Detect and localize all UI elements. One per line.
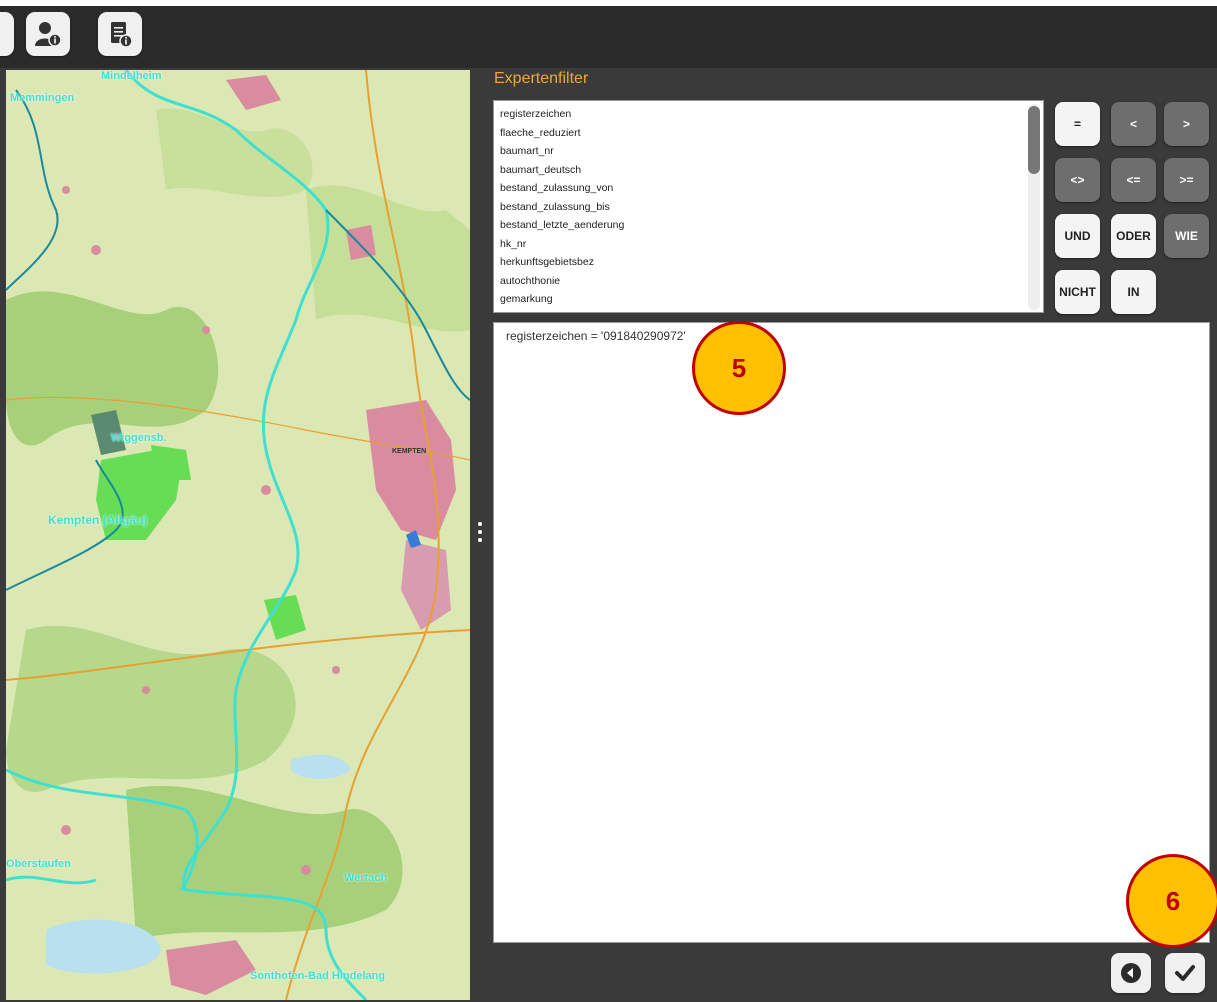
map-label-bad-hindelang: Sonthofen-Bad Hindelang [250, 970, 386, 982]
field-item[interactable]: registerzeichen [500, 105, 1037, 124]
field-item[interactable]: gemarkung [500, 290, 1037, 309]
operator-wie-button[interactable]: WIE [1164, 214, 1209, 258]
field-item[interactable]: baumart_nr [500, 142, 1037, 161]
field-item[interactable]: bestand_letzte_aenderung [500, 216, 1037, 235]
top-toolbar [0, 0, 1217, 68]
filter-expression-editor[interactable]: registerzeichen = '091840290972' [493, 322, 1210, 943]
field-list[interactable]: registerzeichen flaeche_reduziert baumar… [493, 100, 1044, 313]
map-label-wiggensbach: Wiggensb. [111, 432, 167, 444]
toolbar-button-partial[interactable] [0, 12, 14, 56]
field-list-scroll-thumb[interactable] [1028, 106, 1040, 174]
map-label-mindelheim: Mindelheim [101, 70, 162, 82]
operator-oder-button[interactable]: ODER [1111, 214, 1156, 258]
field-item[interactable]: hk_nr [500, 235, 1037, 254]
step-badge-5: 5 [692, 321, 786, 415]
step-badge-6: 6 [1126, 854, 1217, 948]
operator-nicht-button[interactable]: NICHT [1055, 270, 1100, 314]
map-label-memmingen: Memmingen [10, 92, 75, 104]
field-item[interactable]: autochthonie [500, 272, 1037, 291]
map-label-wertach: Wertach [344, 872, 388, 884]
apply-button[interactable] [1165, 953, 1205, 993]
operator-not-equal-button[interactable]: <> [1055, 158, 1100, 202]
operator-less-than-button[interactable]: < [1111, 102, 1156, 146]
panel-title: Expertenfilter [494, 70, 589, 87]
operator-greater-than-button[interactable]: > [1164, 102, 1209, 146]
map-label-oberstaufen: Oberstaufen [6, 858, 71, 870]
document-info-button[interactable] [98, 12, 142, 56]
operator-greater-equal-button[interactable]: >= [1164, 158, 1209, 202]
field-item[interactable]: flaeche_reduziert [500, 124, 1037, 143]
user-info-icon [35, 22, 62, 47]
checkmark-icon [1175, 965, 1195, 981]
map-label-kempten-town: KEMPTEN [392, 448, 427, 455]
map-view[interactable]: Mindelheim Memmingen Kempten (Allgäu) Wi… [6, 70, 470, 1000]
back-arrow-icon [1121, 963, 1141, 983]
operator-equals-button[interactable]: = [1055, 102, 1100, 146]
topographic-map[interactable] [6, 70, 470, 1000]
operator-in-button[interactable]: IN [1111, 270, 1156, 314]
field-item[interactable]: herkunftsgebietsbez [500, 253, 1037, 272]
field-item[interactable]: bestand_zulassung_von [500, 179, 1037, 198]
operator-und-button[interactable]: UND [1055, 214, 1100, 258]
operator-less-equal-button[interactable]: <= [1111, 158, 1156, 202]
filter-expression-text: registerzeichen = '091840290972' [506, 329, 686, 343]
map-label-kempten-allgaeu: Kempten (Allgäu) [48, 513, 148, 527]
back-button[interactable] [1111, 953, 1151, 993]
user-info-button[interactable] [26, 12, 70, 56]
field-item[interactable]: bestand_zulassung_bis [500, 198, 1037, 217]
splitter-handle-icon[interactable] [478, 522, 482, 546]
field-item[interactable]: baumart_deutsch [500, 161, 1037, 180]
document-info-icon [111, 22, 133, 48]
